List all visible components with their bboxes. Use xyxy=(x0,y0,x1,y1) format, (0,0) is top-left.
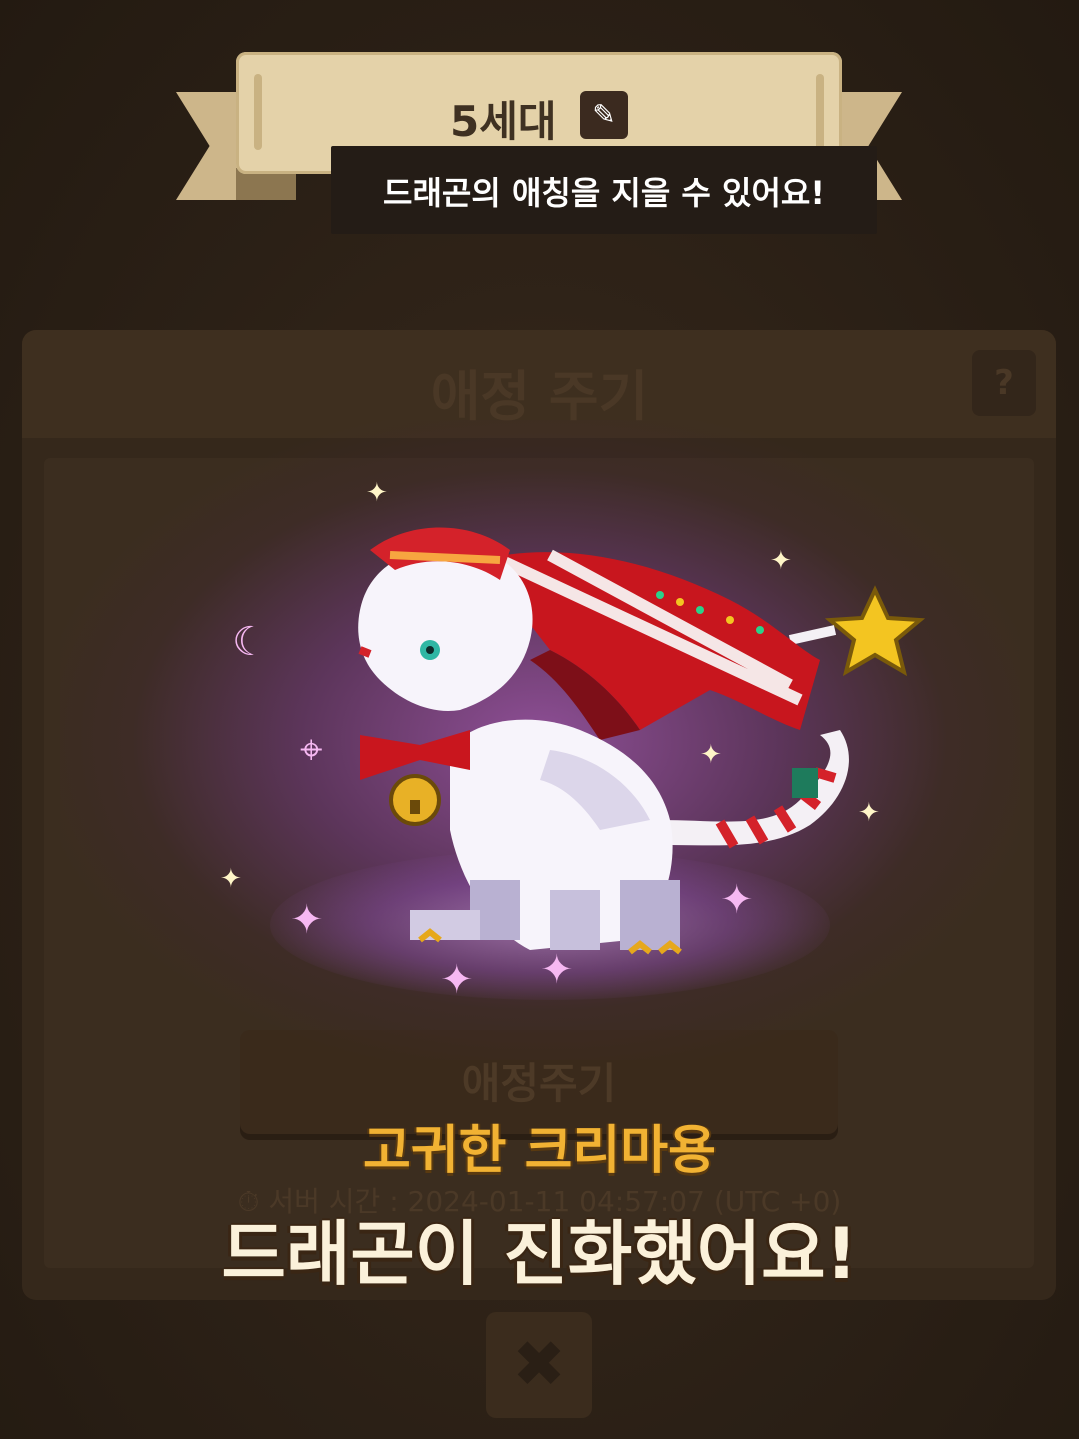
sparkle-icon: ✦ xyxy=(366,478,388,508)
sparkle-icon: ⌖ xyxy=(300,727,323,773)
sparkle-icon: ☾ xyxy=(232,619,268,665)
generation-label: 5세대 xyxy=(450,97,557,146)
close-button[interactable]: ✖ xyxy=(486,1312,592,1418)
dragon-sprite xyxy=(358,527,926,955)
sparkle-icon: ✦ xyxy=(720,877,754,923)
help-button: ? xyxy=(972,350,1036,416)
dragon-name: 고귀한 크리마용 xyxy=(363,1121,716,1181)
evolution-screen: 애정 주기 ? 애정주기 ⏱ 서버 시간 : 2024-01-11 04:57:… xyxy=(0,0,1079,1439)
banner-stripe xyxy=(816,74,824,150)
evolution-message: 드래곤이 진화했어요! xyxy=(221,1213,858,1295)
sparkle-icon: ✦ xyxy=(440,957,474,1003)
nickname-tooltip-text: 드래곤의 애칭을 지을 수 있어요! xyxy=(383,174,825,212)
banner-stripe xyxy=(254,74,262,150)
sparkle-icon: ✦ xyxy=(290,897,324,943)
sparkle-icon: ✦ xyxy=(858,798,880,828)
sparkle-icon: ✦ xyxy=(770,546,792,576)
sparkle-icon: ✦ xyxy=(540,947,574,993)
pencil-icon[interactable]: ✎ xyxy=(580,91,628,139)
sparkle-icon: ✦ xyxy=(220,864,242,894)
sparkle-icon: ✦ xyxy=(700,740,722,770)
